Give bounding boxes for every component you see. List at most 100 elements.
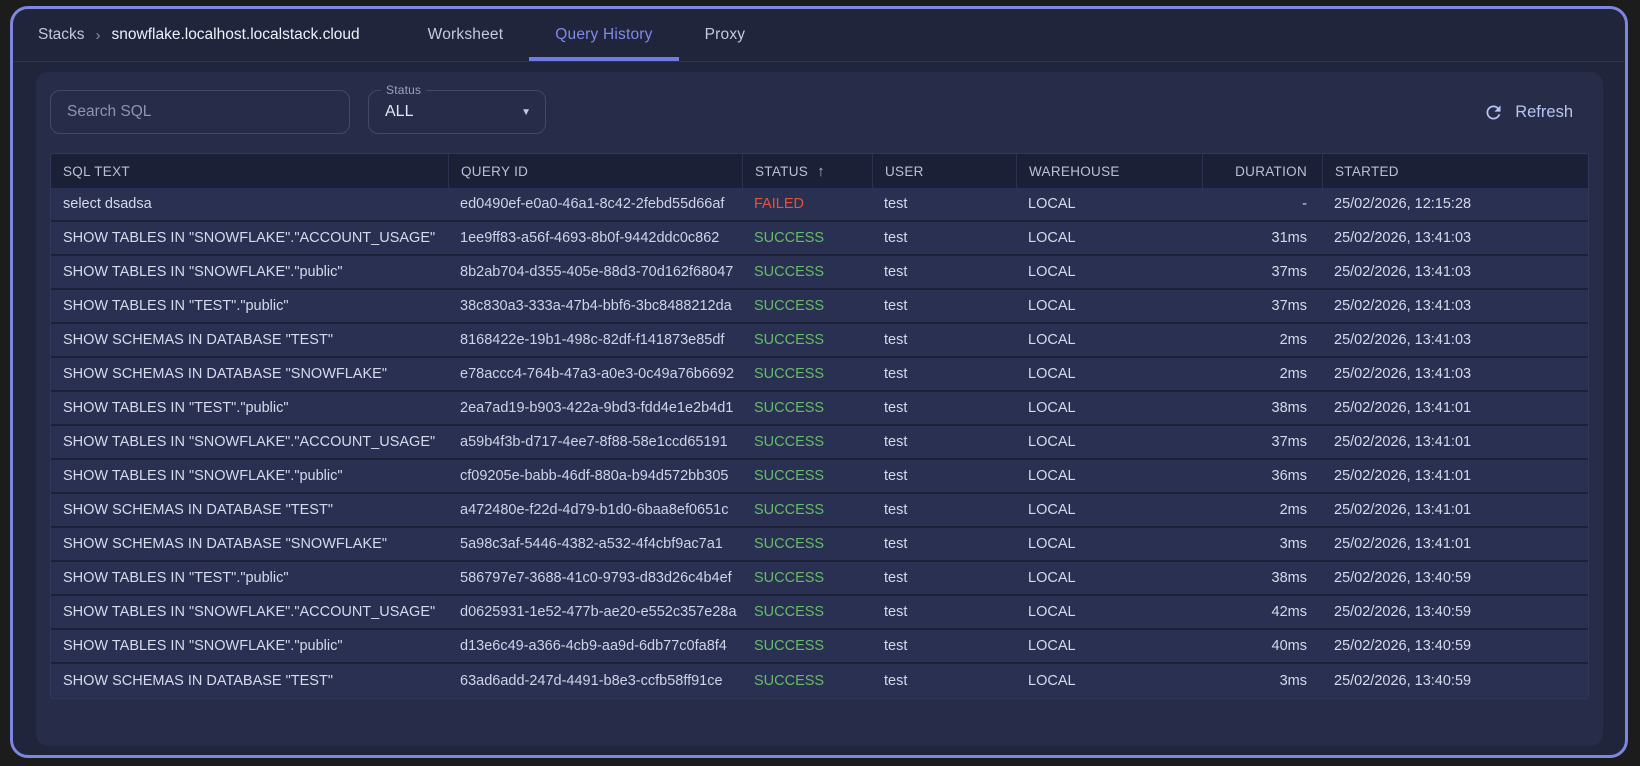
cell-query-id: a472480e-f22d-4d79-b1d0-6baa8ef0651c: [460, 502, 729, 518]
cell-user: test: [884, 604, 908, 620]
cell-status: SUCCESS: [754, 366, 825, 382]
breadcrumb-stack-name: snowflake.localhost.localstack.cloud: [111, 26, 360, 43]
cell-duration: 36ms: [1271, 468, 1307, 484]
cell-warehouse: LOCAL: [1028, 502, 1076, 518]
cell-status: SUCCESS: [754, 570, 825, 586]
cell-sql-text: SHOW TABLES IN "SNOWFLAKE"."ACCOUNT_USAG…: [63, 230, 436, 246]
table-header-row: SQL TEXT QUERY ID STATUS ↑ USER WAREHOUS…: [51, 154, 1588, 188]
cell-user: test: [884, 570, 908, 586]
cell-started: 25/02/2026, 13:40:59: [1334, 638, 1472, 654]
cell-sql-text: SHOW SCHEMAS IN DATABASE "SNOWFLAKE": [63, 536, 387, 552]
cell-sql-text: select dsadsa: [63, 196, 152, 212]
cell-status: SUCCESS: [754, 604, 825, 620]
breadcrumb-separator-icon: ›: [95, 26, 101, 44]
tab-proxy-label: Proxy: [704, 26, 746, 43]
column-header-status[interactable]: STATUS ↑: [742, 154, 872, 188]
status-filter-select[interactable]: Status ALL ▼: [368, 83, 546, 134]
cell-query-id: d0625931-1e52-477b-ae20-e552c357e28a: [460, 604, 737, 620]
top-nav: Stacks › snowflake.localhost.localstack.…: [13, 9, 1625, 61]
cell-status: SUCCESS: [754, 400, 825, 416]
cell-query-id: 5a98c3af-5446-4382-a532-4f4cbf9ac7a1: [460, 536, 723, 552]
status-filter-label: Status: [381, 83, 427, 97]
cell-user: test: [884, 230, 908, 246]
cell-warehouse: LOCAL: [1028, 264, 1076, 280]
cell-query-id: ed0490ef-e0a0-46a1-8c42-2febd55d66af: [460, 196, 725, 212]
table-row: SHOW TABLES IN "TEST"."public" 2ea7ad19-…: [51, 392, 1588, 426]
cell-query-id: e78accc4-764b-47a3-a0e3-0c49a76b6692: [460, 366, 735, 382]
cell-sql-text: SHOW TABLES IN "SNOWFLAKE"."ACCOUNT_USAG…: [63, 434, 436, 450]
cell-user: test: [884, 638, 908, 654]
cell-duration: 31ms: [1271, 230, 1307, 246]
cell-warehouse: LOCAL: [1028, 298, 1076, 314]
cell-warehouse: LOCAL: [1028, 366, 1076, 382]
table-row: SHOW TABLES IN "SNOWFLAKE"."ACCOUNT_USAG…: [51, 596, 1588, 630]
cell-sql-text: SHOW TABLES IN "TEST"."public": [63, 400, 289, 416]
cell-user: test: [884, 366, 908, 382]
cell-query-id: a59b4f3b-d717-4ee7-8f88-58e1ccd65191: [460, 434, 728, 450]
cell-status: FAILED: [754, 196, 804, 212]
column-header-user[interactable]: USER: [872, 154, 1016, 188]
column-header-started[interactable]: STARTED: [1322, 154, 1588, 188]
cell-status: SUCCESS: [754, 298, 825, 314]
column-header-warehouse[interactable]: WAREHOUSE: [1016, 154, 1202, 188]
cell-started: 25/02/2026, 12:15:28: [1334, 196, 1472, 212]
cell-warehouse: LOCAL: [1028, 230, 1076, 246]
cell-query-id: d13e6c49-a366-4cb9-aa9d-6db77c0fa8f4: [460, 638, 727, 654]
table-row: SHOW SCHEMAS IN DATABASE "SNOWFLAKE" e78…: [51, 358, 1588, 392]
cell-warehouse: LOCAL: [1028, 638, 1076, 654]
cell-duration: 37ms: [1271, 434, 1307, 450]
column-header-query-id[interactable]: QUERY ID: [448, 154, 742, 188]
cell-duration: 37ms: [1271, 264, 1307, 280]
cell-query-id: 38c830a3-333a-47b4-bbf6-3bc8488212da: [460, 298, 732, 314]
cell-started: 25/02/2026, 13:41:01: [1334, 434, 1472, 450]
column-header-sql-text[interactable]: SQL TEXT: [51, 154, 448, 188]
cell-warehouse: LOCAL: [1028, 434, 1076, 450]
cell-user: test: [884, 400, 908, 416]
cell-warehouse: LOCAL: [1028, 468, 1076, 484]
cell-sql-text: SHOW TABLES IN "SNOWFLAKE"."public": [63, 638, 343, 654]
cell-sql-text: SHOW TABLES IN "SNOWFLAKE"."public": [63, 264, 343, 280]
tab-query-history[interactable]: Query History: [529, 9, 679, 61]
cell-status: SUCCESS: [754, 264, 825, 280]
cell-query-id: 1ee9ff83-a56f-4693-8b0f-9442ddc0c862: [460, 230, 720, 246]
refresh-button[interactable]: Refresh: [1483, 102, 1573, 123]
cell-query-id: 63ad6add-247d-4491-b8e3-ccfb58ff91ce: [460, 673, 723, 689]
cell-warehouse: LOCAL: [1028, 536, 1076, 552]
column-header-duration[interactable]: DURATION: [1202, 154, 1322, 188]
tab-worksheet[interactable]: Worksheet: [402, 9, 530, 61]
cell-sql-text: SHOW TABLES IN "SNOWFLAKE"."public": [63, 468, 343, 484]
cell-duration: 3ms: [1279, 536, 1307, 552]
cell-user: test: [884, 298, 908, 314]
cell-sql-text: SHOW SCHEMAS IN DATABASE "TEST": [63, 502, 333, 518]
cell-started: 25/02/2026, 13:41:03: [1334, 230, 1472, 246]
cell-started: 25/02/2026, 13:40:59: [1334, 570, 1472, 586]
cell-user: test: [884, 673, 908, 689]
search-input[interactable]: [50, 90, 350, 134]
cell-duration: 2ms: [1279, 502, 1307, 518]
cell-query-id: 8b2ab704-d355-405e-88d3-70d162f68047: [460, 264, 734, 280]
cell-duration: 3ms: [1279, 673, 1307, 689]
breadcrumb-stacks-link[interactable]: Stacks: [38, 26, 85, 44]
cell-warehouse: LOCAL: [1028, 570, 1076, 586]
cell-started: 25/02/2026, 13:41:03: [1334, 298, 1472, 314]
cell-started: 25/02/2026, 13:40:59: [1334, 604, 1472, 620]
cell-warehouse: LOCAL: [1028, 196, 1076, 212]
cell-warehouse: LOCAL: [1028, 332, 1076, 348]
cell-query-id: 586797e7-3688-41c0-9793-d83d26c4b4ef: [460, 570, 732, 586]
cell-started: 25/02/2026, 13:41:01: [1334, 400, 1472, 416]
cell-user: test: [884, 468, 908, 484]
query-history-panel: Status ALL ▼ Refresh SQL TEXT QUERY I: [36, 72, 1603, 746]
cell-started: 25/02/2026, 13:41:01: [1334, 502, 1472, 518]
cell-duration: 42ms: [1271, 604, 1307, 620]
table-row: SHOW SCHEMAS IN DATABASE "SNOWFLAKE" 5a9…: [51, 528, 1588, 562]
cell-started: 25/02/2026, 13:41:03: [1334, 366, 1472, 382]
tab-proxy[interactable]: Proxy: [679, 9, 772, 61]
cell-duration: 38ms: [1271, 570, 1307, 586]
cell-started: 25/02/2026, 13:40:59: [1334, 673, 1472, 689]
table-row: select dsadsa ed0490ef-e0a0-46a1-8c42-2f…: [51, 188, 1588, 222]
cell-user: test: [884, 434, 908, 450]
cell-started: 25/02/2026, 13:41:03: [1334, 264, 1472, 280]
breadcrumb: Stacks › snowflake.localhost.localstack.…: [38, 26, 360, 44]
app-window: Stacks › snowflake.localhost.localstack.…: [10, 6, 1628, 758]
cell-user: test: [884, 264, 908, 280]
